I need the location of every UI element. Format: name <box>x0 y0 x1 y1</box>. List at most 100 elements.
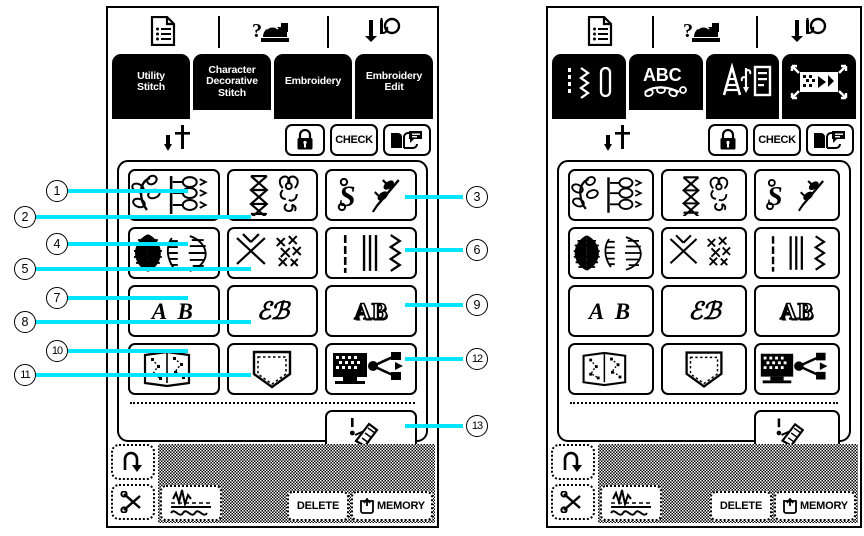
satin-stitch-button[interactable]: S <box>754 169 840 221</box>
font-script-button[interactable]: ℰℬ <box>661 285 747 337</box>
tab-utility-stitch[interactable] <box>552 54 626 110</box>
thread-cutter-button[interactable] <box>551 484 595 520</box>
font-gothic-button[interactable]: A B <box>128 285 220 337</box>
font-outline-button[interactable]: AB <box>754 285 840 337</box>
callout-6: 6 <box>466 239 488 261</box>
memory-button[interactable]: MEMORY <box>774 491 856 521</box>
status-bar: ? <box>108 8 437 54</box>
font-sample-outline: AB <box>779 298 814 324</box>
font-sample-gothic: A B <box>588 298 634 324</box>
machine-help-icon[interactable]: ? <box>652 8 756 54</box>
needle-threader-icon[interactable] <box>327 8 437 54</box>
callout-12: 12 <box>466 348 488 370</box>
tab-label-line1: Utility <box>137 69 165 82</box>
utility-button-row: CHECK <box>112 121 433 159</box>
embroidery-icon <box>723 63 772 97</box>
reverse-stitch-button[interactable] <box>111 444 155 480</box>
abc-decorative-icon: ABC <box>643 65 687 98</box>
needle-threader-icon[interactable] <box>756 8 860 54</box>
bottom-hatched-area: DELETE MEMORY <box>598 444 858 523</box>
satin-stitch-button[interactable]: S <box>325 169 417 221</box>
tab-bar: ABC <box>552 54 856 110</box>
bottom-left-keys <box>551 444 595 524</box>
my-custom-stitch-button[interactable] <box>568 343 654 395</box>
usb-transfer-button[interactable] <box>325 343 417 395</box>
settings-page-icon[interactable] <box>108 8 218 54</box>
tab-character-decorative-stitch[interactable]: ABC <box>628 54 703 110</box>
manual-button[interactable] <box>806 124 854 156</box>
lock-button[interactable] <box>708 124 748 156</box>
embroidery-edit-icon <box>790 64 848 100</box>
delete-button[interactable]: DELETE <box>710 491 772 521</box>
tab-label-line3: Stitch <box>218 86 246 99</box>
utility-stitch-icon <box>567 66 612 99</box>
font-sample-script: ℰℬ <box>256 296 289 325</box>
tab-underline-segment <box>112 110 190 119</box>
satin-shape-button[interactable] <box>568 227 654 279</box>
font-outline-button[interactable]: AB <box>325 285 417 337</box>
decorative-stitch-button[interactable] <box>568 169 654 221</box>
callout-4: 4 <box>46 233 68 255</box>
stitch-settings-button[interactable] <box>160 485 222 521</box>
tab-embroidery-edit[interactable] <box>782 54 856 110</box>
tab-label-line1: Embroidery <box>284 75 342 88</box>
delete-button[interactable]: DELETE <box>287 491 349 521</box>
utility-button-row: CHECK <box>552 121 856 159</box>
check-button[interactable]: CHECK <box>753 124 801 156</box>
tab-character-decorative-stitch[interactable]: Character Decorative Stitch <box>193 54 271 110</box>
pocket-stitch-button[interactable] <box>661 343 747 395</box>
usb-transfer-button[interactable] <box>754 343 840 395</box>
tab-embroidery[interactable]: Embroidery <box>274 54 352 110</box>
pattern-selection-card: S A B ℰℬ AB <box>117 160 428 456</box>
tab-bar: Utility Stitch Character Decorative Stit… <box>112 54 433 110</box>
candlewicking-button[interactable] <box>661 227 747 279</box>
reverse-stitch-button[interactable] <box>551 444 595 480</box>
font-script-button[interactable]: ℰℬ <box>226 285 319 337</box>
settings-page-icon[interactable] <box>548 8 652 54</box>
cross-stitch-button[interactable] <box>661 169 747 221</box>
pocket-stitch-button[interactable] <box>226 343 319 395</box>
svg-text:?: ? <box>683 20 693 42</box>
font-sample-script: ℰℬ <box>688 296 720 325</box>
pattern-grid: S A B ℰℬ AB <box>128 169 417 395</box>
utility-decorative-button[interactable] <box>754 227 840 279</box>
tab-embroidery[interactable] <box>705 54 780 110</box>
utility-decorative-button[interactable] <box>325 227 417 279</box>
tab-underline-segment <box>355 110 433 119</box>
font-gothic-button[interactable]: A B <box>568 285 654 337</box>
tab-utility-stitch[interactable]: Utility Stitch <box>112 54 190 110</box>
bottom-bar: DELETE MEMORY <box>108 442 437 526</box>
tab-label-line2: Edit <box>384 81 404 93</box>
memory-button[interactable]: MEMORY <box>351 491 433 521</box>
tab-label-line2: Stitch <box>137 81 165 93</box>
satin-shape-button[interactable] <box>128 227 220 279</box>
thread-cutter-button[interactable] <box>111 484 155 520</box>
tab-underline-segment <box>552 110 626 119</box>
tab-underline-segment-selected <box>193 110 271 119</box>
lock-button[interactable] <box>285 124 325 156</box>
machine-help-icon[interactable]: ? <box>217 8 328 54</box>
manual-button[interactable] <box>383 124 431 156</box>
check-button[interactable]: CHECK <box>330 124 378 156</box>
callout-leader-7 <box>68 296 188 300</box>
machine-screen-right: ? ABC CHECK S A B ℰℬ AB DELETE MEMORY <box>546 6 862 528</box>
font-sample-outline: AB <box>353 298 389 324</box>
callout-leader-10 <box>68 349 188 353</box>
cross-stitch-button[interactable] <box>226 169 319 221</box>
tab-embroidery-edit[interactable]: Embroidery Edit <box>355 54 433 110</box>
memory-card-icon <box>783 498 797 514</box>
callout-leader-13 <box>405 424 463 428</box>
callout-leader-9 <box>405 303 463 307</box>
callout-leader-12 <box>405 357 463 361</box>
stitch-settings-button[interactable] <box>600 485 662 521</box>
callout-leader-5 <box>36 267 251 271</box>
card-divider <box>570 402 838 404</box>
bottom-bar: DELETE MEMORY <box>548 442 860 526</box>
tab-label-line2: Decorative <box>206 75 258 88</box>
tab-label-line1: Embroidery <box>365 69 423 82</box>
candlewicking-button[interactable] <box>226 227 319 279</box>
callout-8: 8 <box>14 311 36 333</box>
callout-leader-11 <box>36 373 251 377</box>
svg-text:?: ? <box>252 20 262 42</box>
decorative-stitch-button[interactable] <box>128 169 220 221</box>
